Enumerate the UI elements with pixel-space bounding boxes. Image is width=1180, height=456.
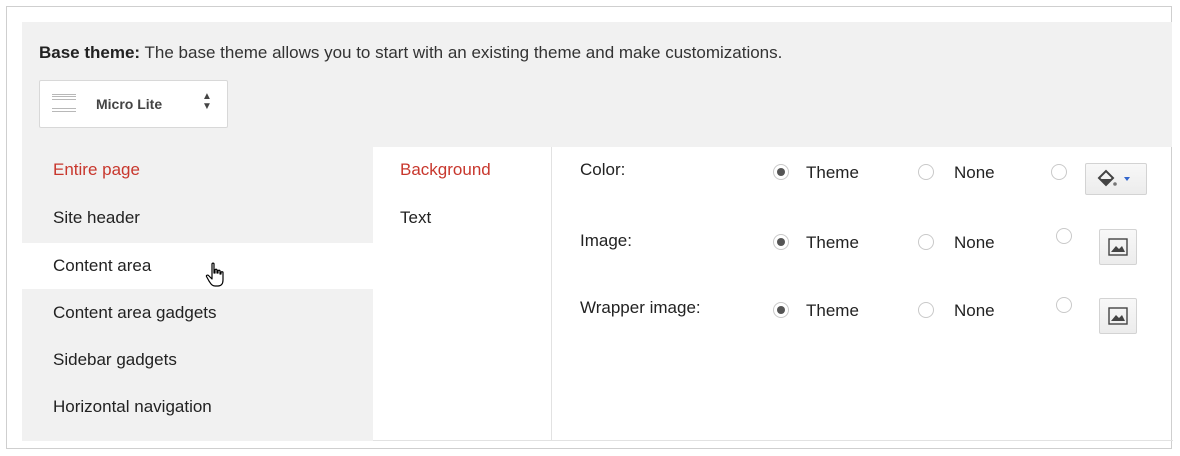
wrapper-image-custom-radio[interactable]: [1056, 297, 1072, 313]
image-label: Image:: [580, 231, 632, 250]
nav-item-content-area[interactable]: Content area: [22, 243, 373, 289]
base-theme-select[interactable]: Micro Lite ▲ ▼: [39, 80, 228, 128]
base-theme-heading: Base theme: The base theme allows you to…: [39, 43, 782, 63]
nav-item-content-area-gadgets[interactable]: Content area gadgets: [22, 290, 373, 336]
nav-item-sidebar-gadgets[interactable]: Sidebar gadgets: [22, 337, 373, 383]
color-custom-radio[interactable]: [1051, 164, 1067, 180]
nav-item-label: Content area: [53, 256, 152, 275]
subsection-background[interactable]: Background: [400, 160, 491, 180]
color-none-radio[interactable]: [918, 164, 934, 180]
nav-item-label: Horizontal navigation: [53, 397, 212, 416]
nav-item-label: Entire page: [53, 160, 140, 179]
color-theme-radio[interactable]: [773, 164, 789, 180]
base-theme-label: Base theme:: [39, 43, 141, 62]
wrapper-image-theme-label[interactable]: Theme: [806, 301, 859, 321]
paint-bucket-icon: [1097, 169, 1130, 187]
wrapper-image-none-label[interactable]: None: [954, 301, 995, 321]
color-theme-label[interactable]: Theme: [806, 163, 859, 183]
wrapper-image-label: Wrapper image:: [580, 298, 701, 317]
color-picker-button[interactable]: [1085, 163, 1147, 195]
subsection-text[interactable]: Text: [400, 208, 431, 228]
select-updown-icon: ▲ ▼: [202, 91, 212, 112]
image-picker-button[interactable]: [1099, 229, 1137, 265]
image-theme-label[interactable]: Theme: [806, 233, 859, 253]
wrapper-image-theme-radio[interactable]: [773, 302, 789, 318]
nav-item-label: Site header: [53, 208, 140, 227]
column-divider: [551, 147, 552, 441]
wrapper-image-none-radio[interactable]: [918, 302, 934, 318]
image-icon: [1108, 307, 1128, 325]
image-none-radio[interactable]: [918, 234, 934, 250]
nav-item-horizontal-navigation[interactable]: Horizontal navigation: [22, 384, 373, 430]
nav-item-label: Sidebar gadgets: [53, 350, 177, 369]
bottom-divider: [373, 440, 1173, 441]
color-none-label[interactable]: None: [954, 163, 995, 183]
image-none-label[interactable]: None: [954, 233, 995, 253]
nav-item-entire-page[interactable]: Entire page: [22, 147, 373, 193]
nav-item-label: Content area gadgets: [53, 303, 217, 322]
image-custom-radio[interactable]: [1056, 228, 1072, 244]
base-theme-description: The base theme allows you to start with …: [144, 43, 783, 62]
theme-thumbnail-icon: [52, 94, 76, 114]
color-label: Color:: [580, 160, 626, 179]
image-icon: [1108, 238, 1128, 256]
wrapper-image-picker-button[interactable]: [1099, 298, 1137, 334]
hand-cursor-icon: [205, 262, 224, 287]
nav-item-site-header[interactable]: Site header: [22, 195, 373, 241]
image-theme-radio[interactable]: [773, 234, 789, 250]
base-theme-selected-value: Micro Lite: [96, 96, 163, 112]
